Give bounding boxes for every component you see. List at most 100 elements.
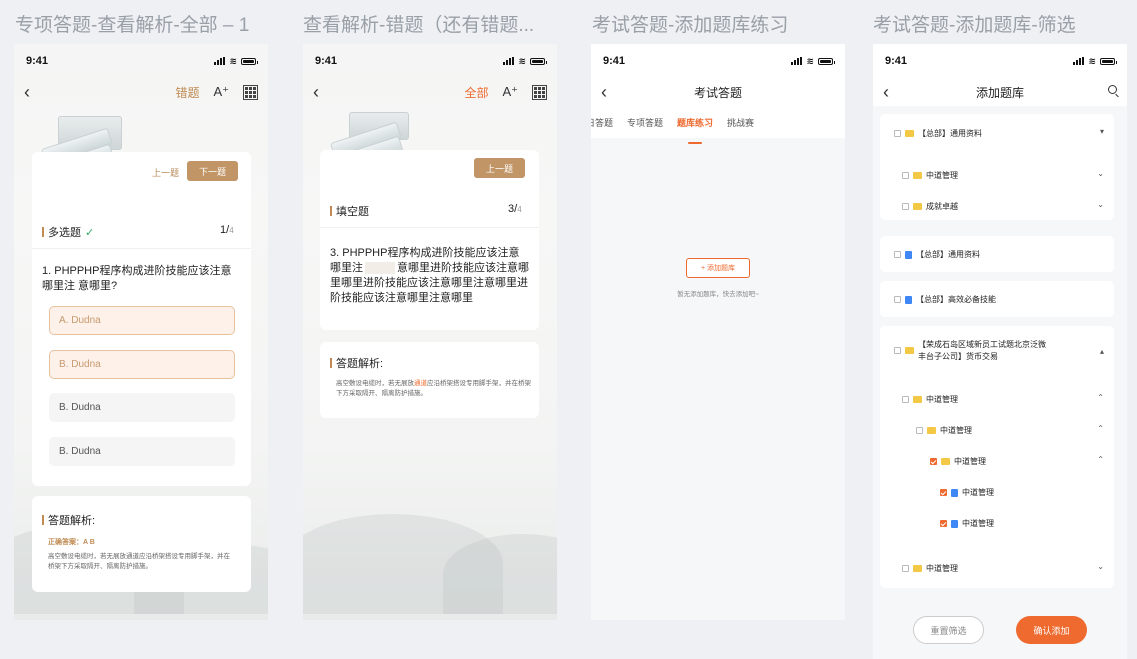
question-card: 上一题 填空题 3/4 3. PHPPHP程序构成进阶技能应该注意哪里注 意哪里进… xyxy=(320,150,539,330)
list-item[interactable]: 成就卓越 xyxy=(902,201,958,212)
folder-icon xyxy=(913,172,922,179)
bank-item-card[interactable]: 【总部】高效必备技能 xyxy=(880,281,1114,317)
checkbox[interactable] xyxy=(916,427,923,434)
checkbox[interactable] xyxy=(894,347,901,354)
question-counter: 1/4 xyxy=(220,224,234,236)
caret-down-icon[interactable]: ▾ xyxy=(1100,127,1104,136)
battery-icon xyxy=(241,57,258,65)
document-icon xyxy=(905,295,912,304)
next-question-button[interactable]: 下一题 xyxy=(187,161,238,181)
chevron-down-icon[interactable]: ⌄ xyxy=(1097,200,1104,209)
prev-question-link[interactable]: 上一题 xyxy=(152,166,179,179)
analysis-text-highlight: 通道 xyxy=(414,380,427,387)
reset-filter-button[interactable]: 重置筛选 xyxy=(913,616,984,644)
status-bar: 9:41 ≋ xyxy=(591,44,845,78)
tab-bar: 每日答题 专项答题 题库练习 挑战赛 xyxy=(591,116,845,144)
list-item[interactable]: 中道管理 xyxy=(930,456,986,467)
list-item[interactable]: 中道管理 xyxy=(902,394,958,405)
row-label: 中道管理 xyxy=(940,426,972,435)
option-b[interactable]: B. Dudna xyxy=(49,350,235,379)
list-item[interactable]: 中道管理 xyxy=(940,487,994,498)
list-item[interactable]: 【总部】高效必备技能 xyxy=(894,294,996,305)
signal-icon xyxy=(791,57,803,65)
checkbox-checked[interactable] xyxy=(930,458,937,465)
option-a[interactable]: A. Dudna xyxy=(49,306,235,335)
analysis-text: 高空敷设电缆时，若无展放通道应沿桥架搭设专用脚手架，并在桥架下方采取隔开、隔离防… xyxy=(48,553,230,570)
status-icons: ≋ xyxy=(1073,56,1117,67)
document-icon xyxy=(905,250,912,259)
font-size-icon[interactable]: A⁺ xyxy=(502,84,518,100)
fill-blank-input[interactable] xyxy=(365,262,395,275)
status-time: 9:41 xyxy=(885,55,908,67)
bank-item-card[interactable]: 【总部】通用资料 xyxy=(880,236,1114,272)
font-size-icon[interactable]: A⁺ xyxy=(213,84,229,100)
tab-daily[interactable]: 每日答题 xyxy=(591,116,613,138)
status-bar: 9:41 ≋ xyxy=(873,44,1127,78)
list-item[interactable]: 【荣成石岛区域新员工试题北京泛微 丰台子公司】货币交易 xyxy=(894,339,1046,363)
list-item[interactable]: 中道管理 xyxy=(902,563,958,574)
checkbox[interactable] xyxy=(902,172,909,179)
battery-icon xyxy=(818,57,835,65)
list-item[interactable]: 中道管理 xyxy=(916,425,972,436)
chevron-down-icon[interactable]: ⌄ xyxy=(1097,562,1104,571)
checkbox[interactable] xyxy=(902,396,909,403)
analysis-title: 答题解析: xyxy=(42,512,95,528)
list-item[interactable]: 【总部】通用资料 xyxy=(894,249,980,260)
confirm-add-button[interactable]: 确认添加 xyxy=(1016,616,1087,644)
folder-icon xyxy=(905,130,914,137)
checkbox[interactable] xyxy=(894,130,901,137)
question-counter: 3/4 xyxy=(508,203,522,215)
option-c[interactable]: B. Dudna xyxy=(49,393,235,422)
signal-icon xyxy=(1073,57,1085,65)
bank-group-card: 【总部】通用资料 ▾ 中道管理 ⌄ 成就卓越 ⌄ xyxy=(880,114,1114,220)
answer-sheet-grid-icon[interactable] xyxy=(243,84,258,100)
question-text: 1. PHPPHP程序构成进阶技能应该注意哪里注 意哪里? xyxy=(42,265,232,292)
correct-check-icon: ✓ xyxy=(85,226,95,239)
prev-question-button[interactable]: 上一题 xyxy=(474,158,525,178)
answer-sheet-grid-icon[interactable] xyxy=(532,84,547,100)
mode-switch-all[interactable]: 全部 xyxy=(464,84,488,101)
checkbox-checked[interactable] xyxy=(940,489,947,496)
checkbox[interactable] xyxy=(902,565,909,572)
row-label: 中道管理 xyxy=(962,519,994,528)
chevron-up-icon[interactable]: ⌃ xyxy=(1097,424,1104,433)
back-chevron-icon[interactable]: ‹ xyxy=(883,83,889,101)
tab-challenge[interactable]: 挑战赛 xyxy=(727,116,754,138)
caret-up-icon[interactable]: ▴ xyxy=(1100,347,1104,356)
list-item[interactable]: 【总部】通用资料 xyxy=(894,128,982,139)
list-item[interactable]: 中道管理 xyxy=(902,170,958,181)
checkbox-checked[interactable] xyxy=(940,520,947,527)
checkbox[interactable] xyxy=(902,203,909,210)
row-label-line-2: 丰台子公司】货币交易 xyxy=(918,352,998,361)
back-chevron-icon[interactable]: ‹ xyxy=(24,83,30,101)
mode-switch-wrong[interactable]: 错题 xyxy=(175,84,199,101)
back-chevron-icon[interactable]: ‹ xyxy=(601,83,607,101)
chevron-down-icon[interactable]: ⌄ xyxy=(1097,169,1104,178)
chevron-up-icon[interactable]: ⌃ xyxy=(1097,393,1104,402)
tab-bank-practice[interactable]: 题库练习 xyxy=(677,116,713,144)
document-icon xyxy=(951,519,958,528)
chevron-up-icon[interactable]: ⌃ xyxy=(1097,455,1104,464)
add-bank-button[interactable]: + 添加题库 xyxy=(686,258,750,278)
back-chevron-icon[interactable]: ‹ xyxy=(313,83,319,101)
accent-bar xyxy=(42,227,44,237)
option-d[interactable]: B. Dudna xyxy=(49,437,235,466)
divider xyxy=(320,227,539,228)
row-label-line-1: 【荣成石岛区域新员工试题北京泛微 xyxy=(918,340,1046,349)
folder-icon xyxy=(927,427,936,434)
empty-state-text: 暂无添加题库，快去添加吧~ xyxy=(677,291,759,298)
board-title-2: 查看解析-错题（还有错题... xyxy=(303,15,535,36)
list-item[interactable]: 中道管理 xyxy=(940,518,994,529)
navbar: ‹ 添加题库 xyxy=(873,78,1127,106)
row-label: 【总部】高效必备技能 xyxy=(916,295,996,304)
row-label: 中道管理 xyxy=(954,457,986,466)
checkbox[interactable] xyxy=(894,251,901,258)
tab-special[interactable]: 专项答题 xyxy=(627,116,663,138)
screen-review-all: 9:41 ≋ ‹ 错题 A⁺ 上一题 下一题 多选题 ✓ 1/4 1. PHPP… xyxy=(14,44,268,620)
question-type: 多选题 ✓ xyxy=(42,224,94,240)
question-text: 3. PHPPHP程序构成进阶技能应该注意哪里注 意哪里进阶技能应该注意哪里哪里进… xyxy=(330,246,530,306)
folder-icon xyxy=(905,347,914,354)
board-title-1: 专项答题-查看解析-全部 – 1 xyxy=(15,15,250,36)
search-icon[interactable] xyxy=(1108,85,1117,94)
checkbox[interactable] xyxy=(894,296,901,303)
